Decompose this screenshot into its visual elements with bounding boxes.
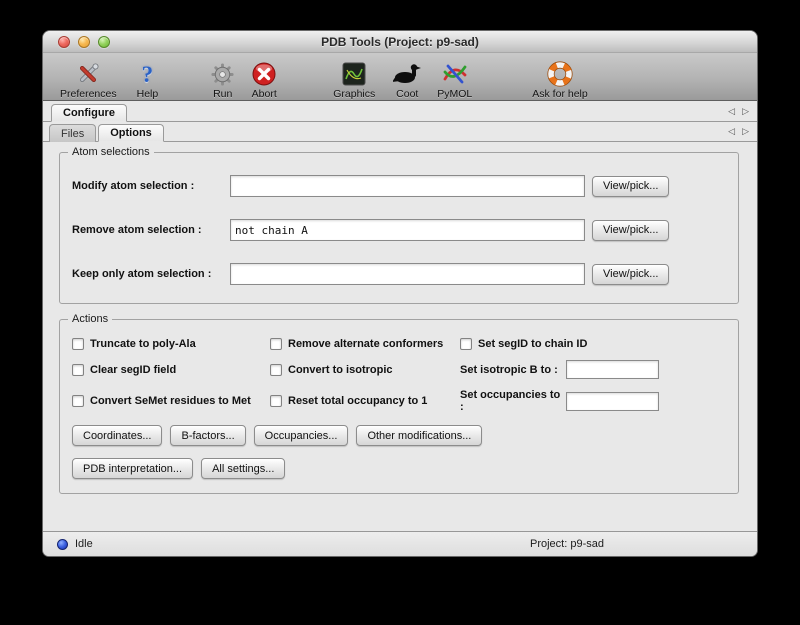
- abort-icon: [251, 61, 277, 88]
- remove-alternate-conformers-checkbox[interactable]: Remove alternate conformers: [270, 338, 460, 350]
- preferences-label: Preferences: [60, 88, 117, 100]
- keep-only-atom-selection-input[interactable]: [230, 263, 585, 285]
- remove-atom-selection-row: Remove atom selection : View/pick...: [72, 219, 726, 241]
- window-controls: [58, 36, 110, 48]
- help-label: Help: [137, 88, 159, 100]
- gear-icon: [210, 61, 235, 88]
- graphics-icon: [342, 61, 366, 88]
- graphics-label: Graphics: [333, 88, 375, 100]
- main-tab-bar: Configure ◁ ▷: [43, 101, 757, 122]
- run-label: Run: [213, 88, 232, 100]
- sub-tab-scroll-right-icon[interactable]: ▷: [742, 126, 749, 137]
- keep-only-atom-selection-label: Keep only atom selection :: [72, 268, 230, 280]
- actions-buttons-row-2: PDB interpretation... All settings...: [72, 458, 726, 479]
- tab-options-label: Options: [110, 127, 152, 139]
- atom-selections-title: Atom selections: [68, 146, 154, 158]
- window-title: PDB Tools (Project: p9-sad): [321, 35, 479, 49]
- remove-view-pick-button[interactable]: View/pick...: [592, 220, 669, 241]
- preferences-button[interactable]: Preferences: [53, 56, 124, 100]
- zoom-button[interactable]: [98, 36, 110, 48]
- pdb-interpretation-button[interactable]: PDB interpretation...: [72, 458, 193, 479]
- checkbox-box[interactable]: [270, 364, 282, 376]
- atom-selections-group: Atom selections Modify atom selection : …: [59, 152, 739, 304]
- abort-label: Abort: [252, 88, 277, 100]
- set-isotropic-b-label: Set isotropic B to :: [460, 364, 566, 376]
- life-ring-icon: [547, 61, 573, 88]
- actions-buttons-row-1: Coordinates... B-factors... Occupancies.…: [72, 425, 726, 446]
- title-bar[interactable]: PDB Tools (Project: p9-sad): [43, 31, 757, 53]
- keep-only-atom-selection-row: Keep only atom selection : View/pick...: [72, 263, 726, 285]
- other-modifications-button[interactable]: Other modifications...: [356, 425, 482, 446]
- coot-label: Coot: [396, 88, 418, 100]
- pymol-icon: [442, 61, 468, 88]
- checkbox-box[interactable]: [270, 338, 282, 350]
- set-occupancies-label: Set occupancies to :: [460, 389, 566, 413]
- checkbox-box[interactable]: [72, 364, 84, 376]
- main-tab-scroll-arrows: ◁ ▷: [728, 106, 749, 117]
- status-text: Idle: [75, 538, 93, 550]
- remove-atom-selection-label: Remove atom selection :: [72, 224, 230, 236]
- question-icon: ?: [142, 61, 154, 88]
- tab-options[interactable]: Options: [98, 124, 164, 142]
- coot-button[interactable]: Coot: [386, 56, 428, 100]
- modify-atom-selection-label: Modify atom selection :: [72, 180, 230, 192]
- actions-check-grid: Truncate to poly-Ala Remove alternate co…: [72, 338, 726, 413]
- actions-title: Actions: [68, 313, 112, 325]
- modify-atom-selection-row: Modify atom selection : View/pick...: [72, 175, 726, 197]
- app-window: PDB Tools (Project: p9-sad) Preferences …: [42, 30, 758, 557]
- status-project: Project: p9-sad: [530, 538, 604, 550]
- bird-icon: [393, 61, 421, 88]
- toolbar: Preferences ? Help Run: [43, 53, 757, 101]
- pymol-button[interactable]: PyMOL: [430, 56, 479, 100]
- tab-scroll-right-icon[interactable]: ▷: [742, 106, 749, 117]
- b-factors-button[interactable]: B-factors...: [170, 425, 245, 446]
- convert-to-isotropic-checkbox[interactable]: Convert to isotropic: [270, 364, 460, 376]
- sub-tab-bar: Files Options ◁ ▷: [43, 122, 757, 142]
- close-button[interactable]: [58, 36, 70, 48]
- abort-button[interactable]: Abort: [244, 56, 284, 100]
- convert-semet-to-met-checkbox[interactable]: Convert SeMet residues to Met: [72, 395, 270, 407]
- tab-configure-label: Configure: [63, 107, 115, 119]
- modify-atom-selection-input[interactable]: [230, 175, 585, 197]
- clear-segid-field-checkbox[interactable]: Clear segID field: [72, 364, 270, 376]
- empty-space: [43, 494, 757, 531]
- all-settings-button[interactable]: All settings...: [201, 458, 285, 479]
- status-bar: Idle Project: p9-sad: [43, 531, 757, 556]
- modify-view-pick-button[interactable]: View/pick...: [592, 176, 669, 197]
- actions-group: Actions Truncate to poly-Ala Remove alte…: [59, 319, 739, 494]
- configure-panel: Files Options ◁ ▷ Atom selections Modify…: [43, 122, 757, 531]
- tools-icon: [75, 61, 101, 88]
- checkbox-box[interactable]: [270, 395, 282, 407]
- help-button[interactable]: ? Help: [130, 56, 166, 100]
- ask-for-help-button[interactable]: Ask for help: [525, 56, 594, 100]
- truncate-poly-ala-checkbox[interactable]: Truncate to poly-Ala: [72, 338, 270, 350]
- remove-atom-selection-input[interactable]: [230, 219, 585, 241]
- keep-only-view-pick-button[interactable]: View/pick...: [592, 264, 669, 285]
- checkbox-box[interactable]: [460, 338, 472, 350]
- checkbox-box[interactable]: [72, 338, 84, 350]
- tab-configure[interactable]: Configure: [51, 104, 127, 122]
- run-button[interactable]: Run: [203, 56, 242, 100]
- coordinates-button[interactable]: Coordinates...: [72, 425, 162, 446]
- minimize-button[interactable]: [78, 36, 90, 48]
- tab-scroll-left-icon[interactable]: ◁: [728, 106, 735, 117]
- sub-tab-scroll-left-icon[interactable]: ◁: [728, 126, 735, 137]
- set-occupancies-field: Set occupancies to :: [460, 389, 726, 413]
- checkbox-box[interactable]: [72, 395, 84, 407]
- set-isotropic-b-input[interactable]: [566, 360, 659, 379]
- tab-files-label: Files: [61, 128, 84, 140]
- reset-total-occupancy-checkbox[interactable]: Reset total occupancy to 1: [270, 395, 460, 407]
- graphics-button[interactable]: Graphics: [326, 56, 382, 100]
- pymol-label: PyMOL: [437, 88, 472, 100]
- occupancies-button[interactable]: Occupancies...: [254, 425, 349, 446]
- tab-files[interactable]: Files: [49, 124, 96, 142]
- status-led-icon: [57, 539, 68, 550]
- set-occupancies-input[interactable]: [566, 392, 659, 411]
- set-segid-to-chain-id-checkbox[interactable]: Set segID to chain ID: [460, 338, 726, 350]
- sub-tab-scroll-arrows: ◁ ▷: [728, 126, 749, 137]
- set-isotropic-b-field: Set isotropic B to :: [460, 360, 726, 379]
- ask-for-help-label: Ask for help: [532, 88, 587, 100]
